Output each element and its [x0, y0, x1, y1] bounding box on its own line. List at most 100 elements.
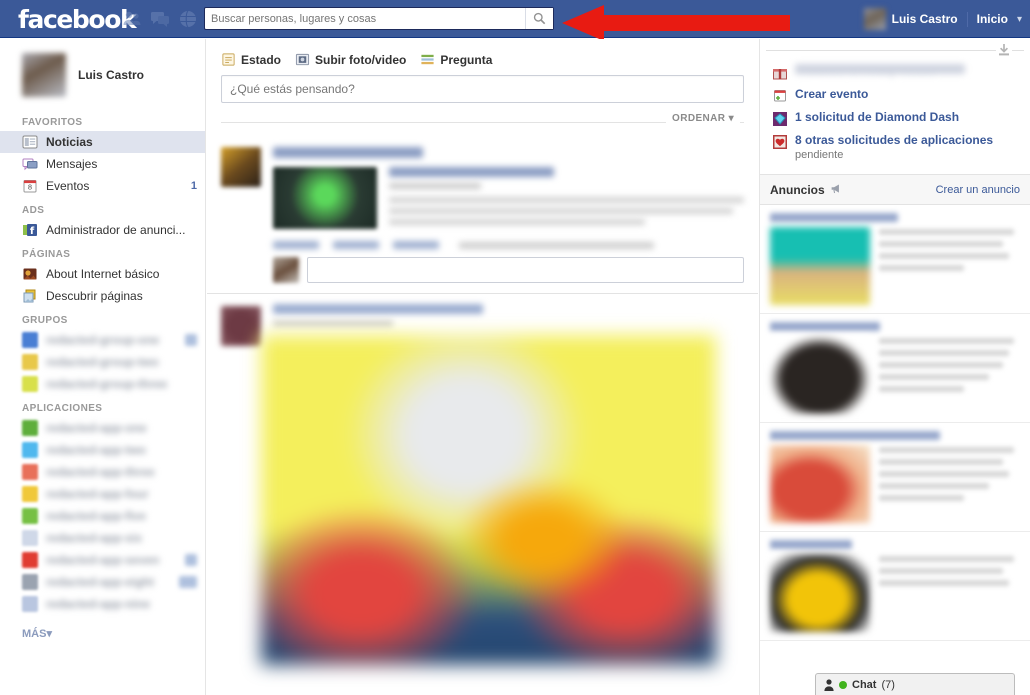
like-button[interactable]	[273, 241, 319, 249]
sidebar-item-app[interactable]: redacted-app-two	[0, 439, 205, 461]
sidebar-item-badge: 1	[184, 334, 197, 346]
sidebar-item-group[interactable]: redacted-group-two	[0, 351, 205, 373]
sort-button[interactable]: ORDENAR ▾	[666, 113, 740, 124]
comment-composer[interactable]	[273, 257, 744, 283]
diamond-icon	[772, 111, 788, 127]
request-item-birthday[interactable]: redacted-birthday-notice	[768, 61, 1022, 84]
home-link[interactable]: Inicio	[977, 12, 1008, 26]
search-button[interactable]	[525, 8, 553, 29]
feed-post[interactable]	[207, 135, 758, 293]
sidebar-item-app[interactable]: redacted-app-nine	[0, 593, 205, 615]
sidebar-item-app[interactable]: redacted-app-eight 20	[0, 571, 205, 593]
sidebar-item-app[interactable]: redacted-app-seven 1	[0, 549, 205, 571]
post-attachment[interactable]	[273, 167, 744, 229]
sidebar-item-app[interactable]: redacted-app-four	[0, 483, 205, 505]
divider	[1012, 50, 1024, 51]
sidebar-item-app[interactable]: redacted-app-six	[0, 527, 205, 549]
ads-header: Anuncios Crear un anuncio	[760, 174, 1030, 205]
post-body	[273, 147, 744, 283]
avatar	[273, 257, 299, 283]
ad-description-line	[879, 483, 989, 489]
sidebar-item-label: redacted-app-three	[46, 465, 155, 479]
profile-photo[interactable]	[22, 53, 66, 97]
app-icon	[22, 486, 38, 502]
post-author-name[interactable]	[273, 147, 423, 158]
ad-image[interactable]	[770, 227, 870, 305]
facebook-logo[interactable]: facebook	[18, 5, 137, 34]
request-item-crear-evento[interactable]: Crear evento	[768, 84, 1022, 107]
attachment-title[interactable]	[389, 167, 554, 177]
sidebar-item-eventos[interactable]: 8 Eventos 1	[0, 175, 205, 197]
ad-title[interactable]	[770, 431, 940, 440]
share-button[interactable]	[393, 241, 439, 249]
tab-subir-foto-video[interactable]: Subir foto/video	[295, 52, 406, 67]
sidebar-item-badge: 20	[178, 576, 197, 588]
ad-title[interactable]	[770, 213, 898, 222]
sidebar-item-group[interactable]: redacted-group-one 1	[0, 329, 205, 351]
tab-label: Estado	[241, 52, 282, 67]
comment-input[interactable]	[307, 257, 744, 283]
online-status-icon	[839, 680, 847, 689]
post-author-avatar[interactable]	[221, 147, 261, 187]
group-icon	[22, 376, 38, 392]
globe-notifications-icon[interactable]	[178, 9, 198, 29]
status-input[interactable]: ¿Qué estás pensando?	[221, 75, 744, 103]
sidebar-item-group[interactable]: redacted-group-three	[0, 373, 205, 395]
messages-icon[interactable]	[150, 9, 170, 29]
divider	[766, 50, 996, 51]
ad-image[interactable]	[770, 554, 870, 632]
sidebar-item-label: redacted-group-three	[46, 377, 168, 391]
page-body: Luis Castro FAVORITOS Noticias Mensajes …	[0, 39, 1030, 695]
sidebar-item-descubrir-paginas[interactable]: Descubrir páginas	[0, 285, 205, 307]
comment-button[interactable]	[333, 241, 379, 249]
sort-label: ORDENAR	[672, 113, 726, 124]
ad-description-line	[879, 447, 1015, 453]
ad-image[interactable]	[770, 336, 870, 414]
post-photo[interactable]	[261, 335, 716, 665]
ad-description-line	[879, 229, 1015, 235]
ad-title[interactable]	[770, 540, 852, 549]
tab-pregunta[interactable]: Pregunta	[420, 52, 492, 67]
chat-count: (7)	[881, 678, 895, 691]
ad-title[interactable]	[770, 322, 880, 331]
account-name[interactable]: Luis Castro	[892, 12, 958, 26]
sidebar-item-app[interactable]: redacted-app-one	[0, 417, 205, 439]
photo-video-icon	[295, 52, 310, 67]
sidebar-profile[interactable]: Luis Castro	[0, 39, 205, 109]
attachment-thumbnail[interactable]	[273, 167, 377, 229]
request-item-diamond-dash[interactable]: 1 solicitud de Diamond Dash	[768, 107, 1022, 130]
request-title: 8 otras solicitudes de aplicaciones	[795, 133, 994, 147]
ad-item[interactable]	[760, 314, 1030, 423]
sidebar-item-about-internet-basico[interactable]: About Internet básico	[0, 263, 205, 285]
account-menu[interactable]: Luis Castro Inicio ▾	[863, 0, 1022, 38]
feed-post[interactable]	[207, 293, 758, 665]
ad-description-line	[879, 241, 1004, 247]
sidebar-item-badge: 1	[184, 554, 197, 566]
ad-item[interactable]	[760, 423, 1030, 532]
create-ad-link[interactable]: Crear un anuncio	[936, 184, 1020, 196]
sidebar-more-button[interactable]: MÁS▾	[0, 615, 205, 640]
ad-item[interactable]	[760, 205, 1030, 314]
sidebar-item-app[interactable]: redacted-app-five	[0, 505, 205, 527]
download-icon[interactable]	[996, 42, 1012, 58]
ad-image[interactable]	[770, 445, 870, 523]
profile-name[interactable]: Luis Castro	[78, 68, 144, 82]
sidebar-item-label: redacted-app-five	[46, 509, 147, 523]
search-box[interactable]	[204, 7, 554, 30]
tab-estado[interactable]: Estado	[221, 52, 281, 67]
request-label: 1 solicitud de Diamond Dash	[795, 110, 960, 124]
request-item-app-requests[interactable]: 8 otras solicitudes de aplicaciones pend…	[768, 130, 1022, 166]
sidebar-item-app[interactable]: redacted-app-three	[0, 461, 205, 483]
sidebar-item-noticias[interactable]: Noticias	[0, 131, 205, 153]
chat-bar[interactable]: Chat (7)	[815, 673, 1015, 695]
request-label: 8 otras solicitudes de aplicaciones pend…	[795, 133, 993, 163]
ad-item[interactable]	[760, 532, 1030, 641]
post-author-avatar[interactable]	[221, 306, 261, 346]
sidebar-item-administrador-de-anuncios[interactable]: f Administrador de anunci...	[0, 219, 205, 241]
search-input[interactable]	[205, 8, 525, 29]
sidebar-item-mensajes[interactable]: Mensajes	[0, 153, 205, 175]
friends-icon[interactable]	[122, 9, 142, 29]
post-author-name[interactable]	[273, 304, 483, 314]
ad-description-line	[879, 580, 1009, 586]
chevron-down-icon[interactable]: ▾	[1017, 14, 1022, 25]
